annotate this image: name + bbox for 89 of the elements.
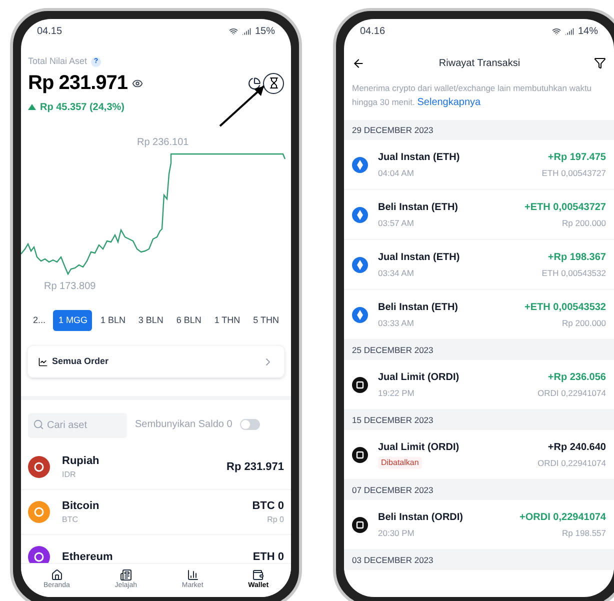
transaction-time: 03:57 AM [378, 216, 415, 230]
filter-icon[interactable] [594, 57, 606, 69]
asset-amount: BTC 0 [252, 498, 284, 514]
transaction-amount: +ETH 0,00543727 [524, 200, 606, 215]
date-header: 15 DECEMBER 2023 [344, 410, 614, 430]
date-header: 25 DECEMBER 2023 [344, 340, 614, 360]
trend-chart-icon [38, 356, 48, 366]
transaction-time: 03:33 AM [378, 316, 415, 330]
search-field[interactable]: Cari aset [28, 413, 127, 438]
hide-zero-toggle[interactable] [240, 419, 260, 430]
read-more-link[interactable]: Selengkapnya [417, 97, 481, 108]
wifi-icon [228, 26, 238, 36]
asset-amount: Rp 231.971 [226, 460, 284, 475]
asset-name: Rupiah [62, 454, 100, 469]
transaction-amount: +ETH 0,00543532 [524, 300, 606, 315]
battery-level: 15% [254, 24, 275, 38]
period-tab[interactable]: 1 THN [209, 310, 246, 331]
date-header: 29 DECEMBER 2023 [344, 120, 614, 140]
transaction-sub-amount: ETH 0,00543532 [542, 266, 606, 280]
total-label: Total Nilai Aset [28, 55, 88, 68]
transaction-time: 20:30 PM [378, 526, 416, 540]
wallet-icon [252, 569, 264, 582]
signal-icon [242, 26, 251, 36]
transaction-title: Beli Instan (ETH) [378, 300, 460, 315]
ethereum-icon [352, 206, 368, 222]
asset-name: Ethereum [62, 550, 114, 563]
pie-chart-icon[interactable] [248, 76, 261, 90]
asset-amount: ETH 0 [252, 550, 284, 563]
cancelled-badge: Dibatalkan [378, 457, 422, 469]
search-icon [33, 419, 44, 430]
ethereum-icon [352, 156, 368, 172]
history-button[interactable] [263, 72, 284, 94]
transaction-sub-amount: ORDI 0,22941074 [537, 456, 606, 470]
hide-zero-label: Sembunyikan Saldo 0 [135, 418, 232, 432]
period-tab[interactable]: 1 BLN [95, 310, 130, 331]
asset-code: BTC [62, 514, 79, 526]
wifi-icon [552, 26, 561, 36]
change-value: Rp 45.357 (24,3%) [40, 100, 124, 114]
battery-level: 14% [578, 24, 598, 38]
transaction-amount: +Rp 197.475 [548, 150, 606, 165]
status-time: 04.15 [37, 24, 62, 38]
eye-icon[interactable] [132, 78, 143, 88]
period-tab[interactable]: 3 BLN [133, 310, 168, 331]
date-header: 07 DECEMBER 2023 [344, 480, 614, 500]
transaction-title: Jual Instan (ETH) [378, 250, 461, 265]
asset-code: IDR [62, 469, 77, 482]
transaction-sub-amount: Rp 200.000 [562, 316, 606, 330]
transaction-title: Beli Instan (ETH) [378, 200, 460, 215]
coin-icon [28, 501, 50, 523]
status-time: 04.16 [360, 24, 386, 38]
notice-text: Menerima crypto dari wallet/exchange lain membutuhkan waktu hingga 30 menit. Selengkapnya [351, 82, 593, 110]
total-value: Rp 231.971 [28, 73, 128, 93]
transaction-amount: +Rp 198.367 [548, 250, 606, 265]
asset-name: Bitcoin [62, 498, 100, 514]
transaction-sub-amount: ETH 0,00543727 [542, 166, 606, 180]
up-triangle-icon [28, 104, 36, 110]
transaction-amount: +ORDI 0,22941074 [520, 510, 606, 525]
signal-icon [564, 26, 574, 36]
transaction-time: 04:04 AM [378, 166, 415, 180]
all-orders-card[interactable]: Semua Order [27, 345, 285, 378]
period-tab[interactable]: 2... [28, 310, 51, 331]
transaction-amount: +Rp 236.056 [548, 370, 606, 385]
transaction-sub-amount: Rp 198.557 [562, 526, 606, 540]
transaction-sub-amount: Rp 200.000 [562, 216, 606, 230]
hourglass-icon [268, 77, 280, 89]
ethereum-icon [352, 306, 368, 322]
transaction-title: Jual Instan (ETH) [378, 150, 461, 165]
date-header: 03 DECEMBER 2023 [344, 550, 614, 570]
coin-icon [28, 456, 50, 478]
transaction-title: Jual Limit (ORDI) [378, 441, 460, 455]
all-orders-label: Semua Order [52, 354, 109, 368]
period-tab[interactable]: 6 BLN [171, 310, 206, 331]
period-tab[interactable]: 1 MGG [53, 310, 92, 331]
period-tab[interactable]: 5 THN [248, 310, 284, 331]
market-icon [186, 569, 199, 582]
transaction-title: Jual Limit (ORDI) [378, 370, 460, 385]
screen-title: Riwayat Transaksi [438, 56, 522, 70]
chart-low-label: Rp 173.809 [44, 280, 96, 294]
transaction-time: 19:22 PM [378, 386, 416, 400]
explore-icon [120, 569, 132, 582]
transaction-time: 03:34 AM [378, 266, 415, 280]
chart-high-label: Rp 236.101 [137, 136, 189, 150]
transaction-sub-amount: ORDI 0,22941074 [537, 386, 606, 400]
back-arrow-icon[interactable] [352, 56, 365, 70]
ethereum-icon [352, 256, 368, 272]
transaction-title: Beli Instan (ORDI) [378, 510, 464, 525]
transaction-amount: +Rp 240.640 [548, 440, 606, 455]
home-icon [50, 569, 63, 582]
asset-fiat-value: Rp 0 [267, 514, 284, 526]
